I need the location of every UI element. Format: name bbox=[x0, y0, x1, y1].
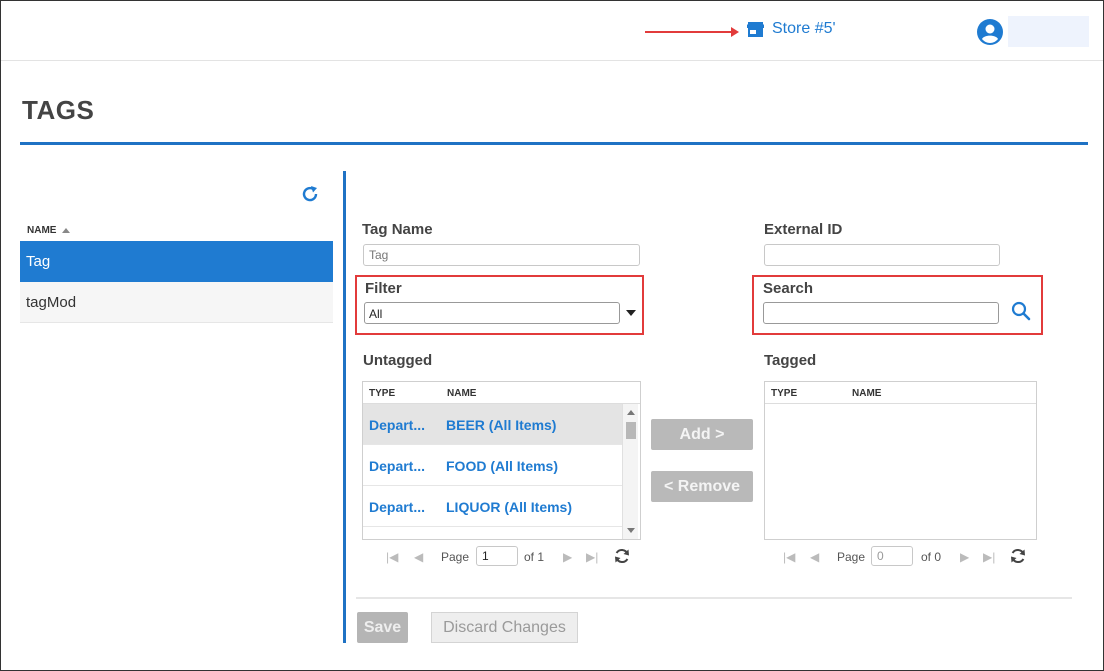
previous-page-icon[interactable]: ◀ bbox=[414, 550, 423, 564]
previous-page-icon[interactable]: ◀ bbox=[810, 550, 819, 564]
page-label: Page bbox=[441, 550, 470, 564]
chevron-down-icon[interactable] bbox=[626, 310, 636, 316]
row-type: Depart... bbox=[369, 499, 426, 515]
external-id-label: External ID bbox=[764, 221, 843, 238]
tag-list-header[interactable]: NAME bbox=[20, 220, 333, 240]
refresh-icon[interactable] bbox=[1009, 547, 1027, 565]
name-column-header[interactable]: NAME bbox=[852, 388, 881, 399]
filter-selected-value: All bbox=[369, 307, 383, 321]
remove-button[interactable]: < Remove bbox=[651, 471, 753, 502]
discard-changes-button[interactable]: Discard Changes bbox=[431, 612, 578, 643]
row-name: BEER (All Items) bbox=[446, 417, 557, 433]
account-circle-icon[interactable] bbox=[977, 19, 1003, 45]
tagged-pager: |◀ ◀ Page of 0 ▶ ▶| bbox=[783, 546, 1033, 568]
first-page-icon[interactable]: |◀ bbox=[783, 550, 795, 564]
row-name: LIQUOR (All Items) bbox=[446, 499, 573, 515]
search-label: Search bbox=[763, 280, 814, 297]
filter-label: Filter bbox=[365, 280, 402, 297]
tag-list-item[interactable]: Tag bbox=[20, 241, 333, 282]
page-count-label: of 0 bbox=[921, 550, 942, 564]
next-page-icon[interactable]: ▶ bbox=[960, 550, 969, 564]
scroll-down-icon[interactable] bbox=[627, 528, 635, 533]
tag-list-item-label: tagMod bbox=[26, 293, 77, 311]
untagged-grid-header: TYPE NAME bbox=[363, 382, 640, 404]
page-title: TAGS bbox=[22, 95, 95, 125]
tag-list-item-label: Tag bbox=[26, 253, 51, 270]
window-frame bbox=[0, 0, 1104, 671]
name-column-header[interactable]: NAME bbox=[447, 388, 476, 399]
last-page-icon[interactable]: ▶| bbox=[586, 550, 598, 564]
type-column-header[interactable]: TYPE bbox=[771, 388, 797, 399]
next-page-icon[interactable]: ▶ bbox=[563, 550, 572, 564]
footer-divider bbox=[356, 597, 1072, 599]
scroll-up-icon[interactable] bbox=[627, 410, 635, 415]
row-name: FOOD (All Items) bbox=[446, 458, 559, 474]
add-button[interactable]: Add > bbox=[651, 419, 753, 450]
page-number-input[interactable] bbox=[871, 546, 913, 566]
vertical-scrollbar[interactable] bbox=[622, 404, 638, 539]
top-bar bbox=[1, 1, 1103, 61]
tagged-grid-header: TYPE NAME bbox=[765, 382, 1036, 404]
table-row[interactable]: Depart... FOOD (All Items) bbox=[363, 445, 623, 486]
sort-ascending-icon bbox=[62, 227, 71, 233]
tag-list-item[interactable]: tagMod bbox=[20, 282, 333, 323]
table-row[interactable]: Depart... LIQUOR (All Items) bbox=[363, 486, 623, 527]
scroll-thumb[interactable] bbox=[626, 422, 636, 439]
untagged-grid: TYPE NAME Depart... BEER (All Items) Dep… bbox=[362, 381, 641, 540]
external-id-input[interactable] bbox=[764, 244, 1000, 266]
first-page-icon[interactable]: |◀ bbox=[386, 550, 398, 564]
tagged-label: Tagged bbox=[764, 352, 817, 369]
type-column-header[interactable]: TYPE bbox=[369, 388, 395, 399]
row-type: Depart... bbox=[369, 417, 426, 433]
store-icon bbox=[747, 21, 764, 37]
page-label: Page bbox=[837, 550, 866, 564]
panel-divider bbox=[343, 171, 346, 643]
table-row[interactable]: Depart... BEER (All Items) bbox=[363, 404, 623, 445]
untagged-pager: |◀ ◀ Page of 1 ▶ ▶| bbox=[386, 546, 636, 568]
filter-dropdown[interactable]: All bbox=[364, 302, 620, 324]
last-page-icon[interactable]: ▶| bbox=[983, 550, 995, 564]
annotation-arrow-icon bbox=[645, 27, 739, 37]
tag-name-input[interactable] bbox=[363, 244, 640, 266]
save-button[interactable]: Save bbox=[357, 612, 408, 643]
tag-name-label: Tag Name bbox=[362, 221, 433, 238]
search-icon[interactable] bbox=[1010, 300, 1032, 322]
tagged-grid: TYPE NAME bbox=[764, 381, 1037, 540]
title-divider bbox=[20, 142, 1088, 145]
refresh-icon[interactable] bbox=[300, 184, 320, 204]
page-number-input[interactable] bbox=[476, 546, 518, 566]
untagged-label: Untagged bbox=[363, 352, 433, 369]
store-selector[interactable]: Store #5' bbox=[747, 20, 836, 38]
page-count-label: of 1 bbox=[524, 550, 545, 564]
store-name[interactable]: Store #5' bbox=[772, 20, 836, 38]
name-column-header[interactable]: NAME bbox=[27, 225, 56, 236]
row-type: Depart... bbox=[369, 458, 426, 474]
user-name-box[interactable] bbox=[1008, 16, 1089, 47]
refresh-icon[interactable] bbox=[613, 547, 631, 565]
search-input[interactable] bbox=[763, 302, 999, 324]
